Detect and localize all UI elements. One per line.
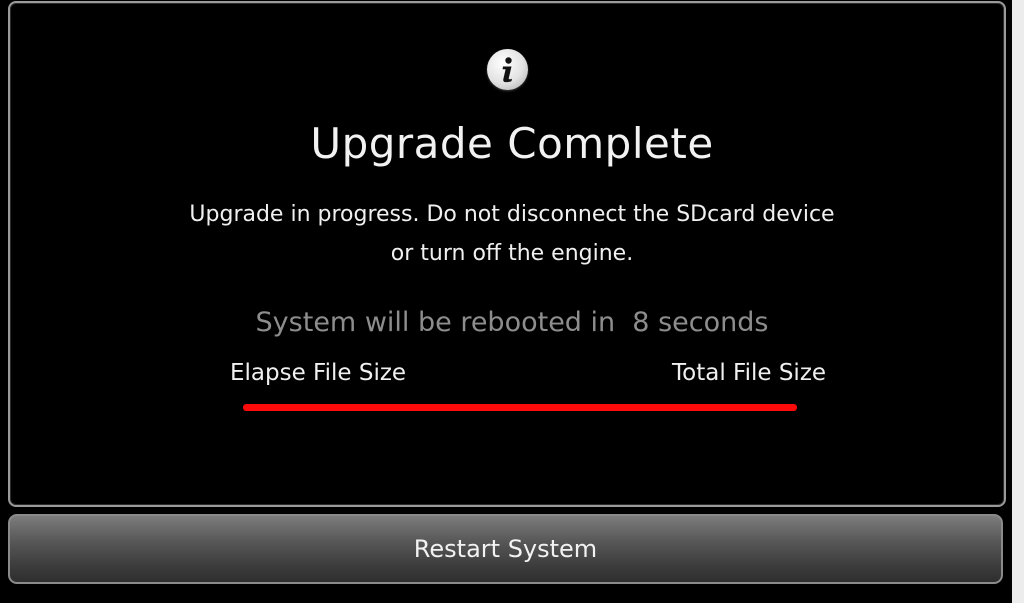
- screen-edge-margin: [1012, 0, 1024, 603]
- elapsed-file-size-label: Elapse File Size: [230, 360, 407, 386]
- upgrade-progress-bar: [243, 404, 797, 411]
- info-icon-glyph: [502, 57, 512, 83]
- restart-system-button[interactable]: Restart System: [8, 514, 1003, 584]
- total-file-size-label: Total File Size: [672, 360, 827, 386]
- dialog-message-line-2: or turn off the engine.: [390, 241, 634, 266]
- dialog-title: Upgrade Complete: [310, 119, 714, 168]
- info-icon: [487, 49, 528, 90]
- dialog-message-line-1: Upgrade in progress. Do not disconnect t…: [189, 202, 835, 227]
- bottom-bezel: [0, 594, 1012, 603]
- reboot-countdown: System will be rebooted in 8 seconds: [255, 307, 769, 338]
- upgrade-progress-fill: [243, 404, 797, 411]
- head-unit-screen: Upgrade Complete Upgrade in progress. Do…: [0, 0, 1012, 603]
- upgrade-dialog-panel: Upgrade Complete Upgrade in progress. Do…: [8, 1, 1006, 507]
